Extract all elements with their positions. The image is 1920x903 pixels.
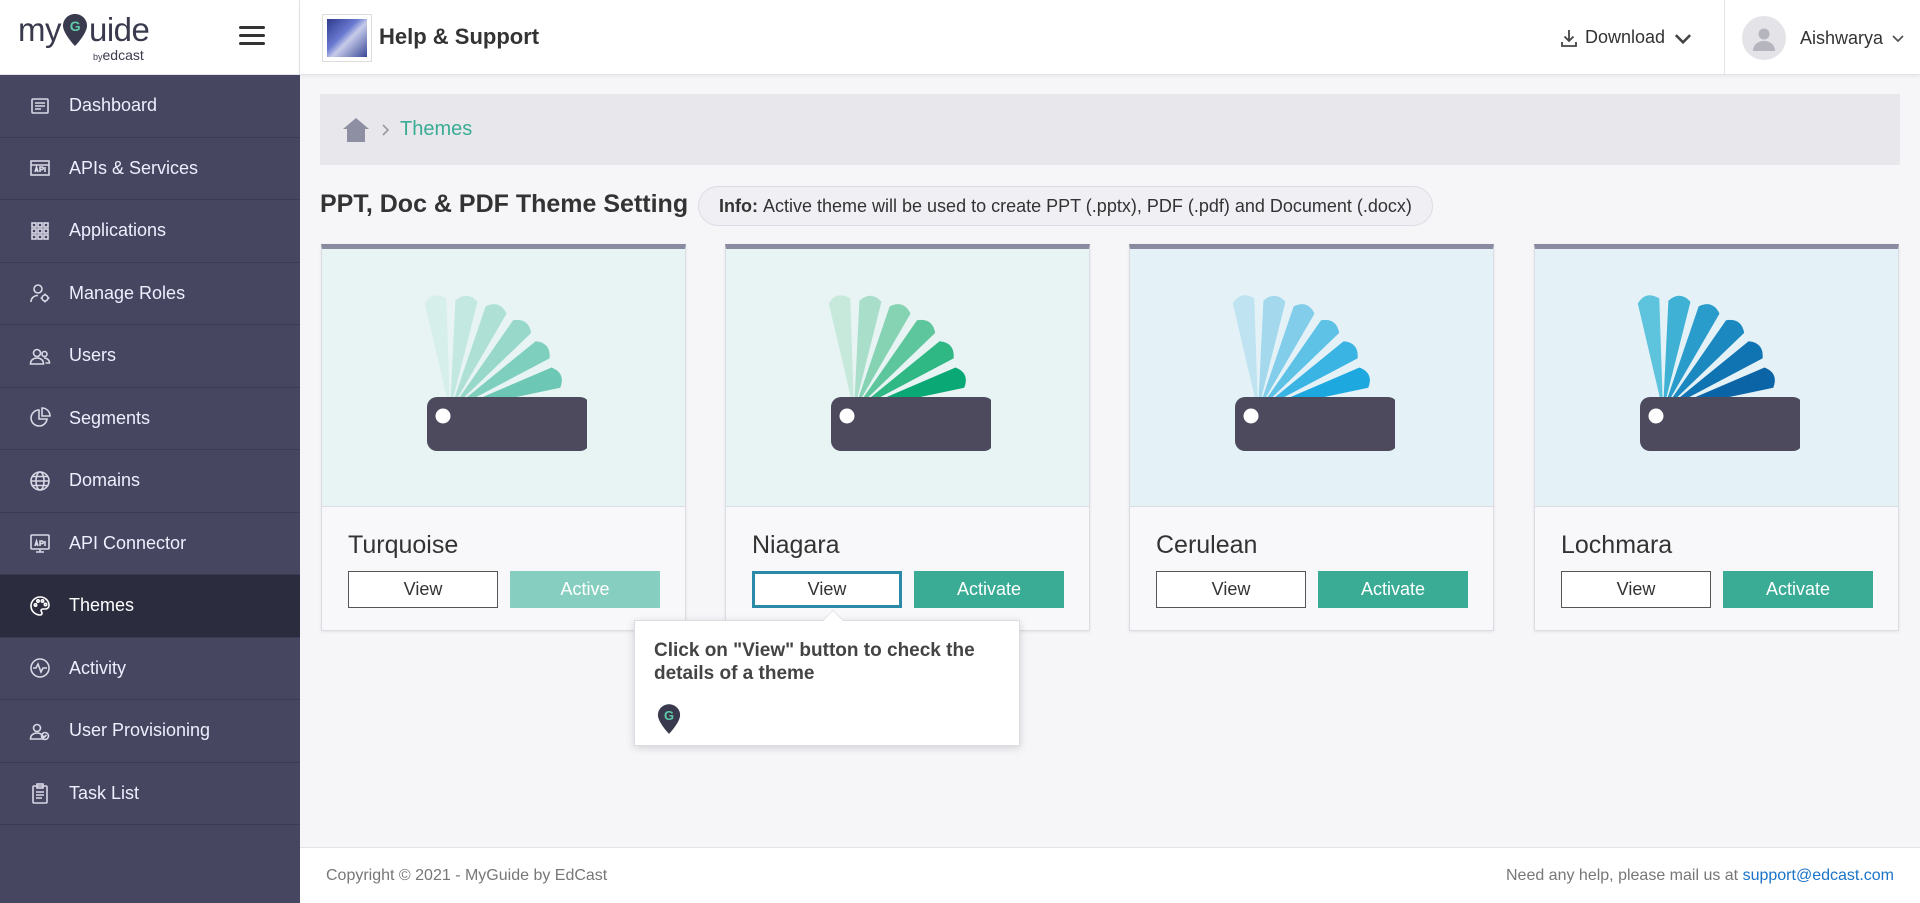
sidebar-item-apis-services[interactable]: APIs & Services [0,138,300,200]
activate-button-lochmara[interactable]: Activate [1723,571,1873,608]
sidebar-item-api-connector[interactable]: API Connector [0,513,300,575]
myguide-pin-icon: G [657,704,681,734]
theme-preview-turquoise [322,249,685,507]
footer: Copyright © 2021 - MyGuide by EdCast Nee… [300,847,1920,903]
logo-pin-icon: G [62,13,88,47]
sidebar-item-label: Task List [69,782,140,803]
view-button-cerulean[interactable]: View [1156,571,1306,608]
sidebar-item-label: Activity [69,657,127,678]
avatar [1742,16,1786,60]
sidebar-item-dashboard[interactable]: Dashboard [0,75,300,138]
sidebar-item-activity[interactable]: Activity [0,638,300,700]
sidebar-item-themes[interactable]: Themes [0,575,300,638]
user-avatar-icon [1753,28,1775,51]
sidebar-item-label: APIs & Services [69,157,199,178]
palette-icon [29,595,51,617]
svg-text:G: G [664,708,674,723]
chevron-down-icon [1675,33,1692,44]
guide-tooltip: Click on "View" button to check the deta… [634,620,1020,746]
breadcrumb-themes[interactable]: Themes [400,118,472,141]
logo-area: my Guide byedcast [0,0,300,75]
clipboard-icon [29,782,51,805]
sidebar-item-label: Themes [69,595,135,616]
activate-button-cerulean[interactable]: Activate [1318,571,1468,608]
header: Help & Support Download Aishwarya [300,0,1920,75]
app-title: Help & Support [379,24,540,49]
sidebar-item-applications[interactable]: Applications [0,200,300,263]
api-connector-icon [29,532,51,554]
theme-preview-lochmara [1535,249,1898,507]
pie-icon [29,407,51,429]
users-icon [29,345,51,367]
sidebar-item-label: Dashboard [69,95,158,116]
download-dropdown[interactable]: Download [1559,27,1699,48]
sidebar-item-label: User Provisioning [69,720,211,741]
globe-icon [29,470,51,492]
active-status-button-turquoise[interactable]: Active [510,571,660,608]
api-icon [29,157,51,179]
view-button-niagara[interactable]: View [752,571,902,608]
sidebar: my Guide byedcast Dashboard APIs & Service… [0,0,300,903]
sidebar-item-label: Domains [69,470,141,491]
app-thumbnail[interactable] [322,14,372,62]
theme-name: Turquoise [348,531,459,559]
sidebar-item-label: Users [69,345,117,366]
copyright: Copyright © 2021 - MyGuide by EdCast [326,866,608,884]
theme-card-cerulean: Cerulean View Activate [1129,244,1494,631]
view-button-turquoise[interactable]: View [348,571,498,608]
sidebar-item-label: API Connector [69,532,187,553]
home-icon[interactable] [342,117,370,143]
activate-button-niagara[interactable]: Activate [914,571,1064,608]
sidebar-item-label: Manage Roles [69,282,186,303]
theme-card-niagara: Niagara View Activate [725,244,1090,631]
sidebar-nav: Dashboard APIs & Services Applications Mana… [0,75,300,825]
info-pill: Info: Active theme will be used to creat… [698,186,1433,226]
theme-preview-cerulean [1130,249,1493,507]
myguide-logo[interactable]: my Guide byedcast [18,12,158,64]
sidebar-item-users[interactable]: Users [0,325,300,388]
chevron-right-icon [382,123,390,136]
roles-icon [29,282,51,304]
theme-name: Niagara [752,531,840,559]
sidebar-item-manage-roles[interactable]: Manage Roles [0,263,300,325]
download-icon [1561,29,1577,47]
sidebar-item-user-provisioning[interactable]: User Provisioning [0,700,300,763]
sidebar-item-label: Segments [69,407,151,428]
svg-text:G: G [70,18,81,34]
theme-name: Cerulean [1156,531,1258,559]
sidebar-item-segments[interactable]: Segments [0,388,300,450]
theme-name: Lochmara [1561,531,1673,559]
activity-icon [29,657,51,679]
theme-card-turquoise: Turquoise View Active [321,244,686,631]
breadcrumb: Themes [320,94,1900,165]
page-title: PPT, Doc & PDF Theme Setting [320,190,689,218]
support-email-link[interactable]: support@edcast.com [1743,867,1894,884]
tooltip-text: Click on "View" button to check the deta… [654,640,975,684]
user-menu[interactable]: Aishwarya [1742,16,1905,60]
sidebar-item-label: Applications [69,220,167,241]
view-button-lochmara[interactable]: View [1561,571,1711,608]
grid-icon [29,220,51,242]
theme-preview-niagara [726,249,1089,507]
sidebar-item-task-list[interactable]: Task List [0,763,300,825]
chevron-down-icon [1892,35,1904,43]
theme-card-lochmara: Lochmara View Activate [1534,244,1899,631]
dashboard-icon [29,95,51,117]
sidebar-item-domains[interactable]: Domains [0,450,300,513]
user-provisioning-icon [29,720,51,742]
hamburger-menu-icon[interactable] [239,26,265,48]
user-name: Aishwarya [1800,27,1884,48]
